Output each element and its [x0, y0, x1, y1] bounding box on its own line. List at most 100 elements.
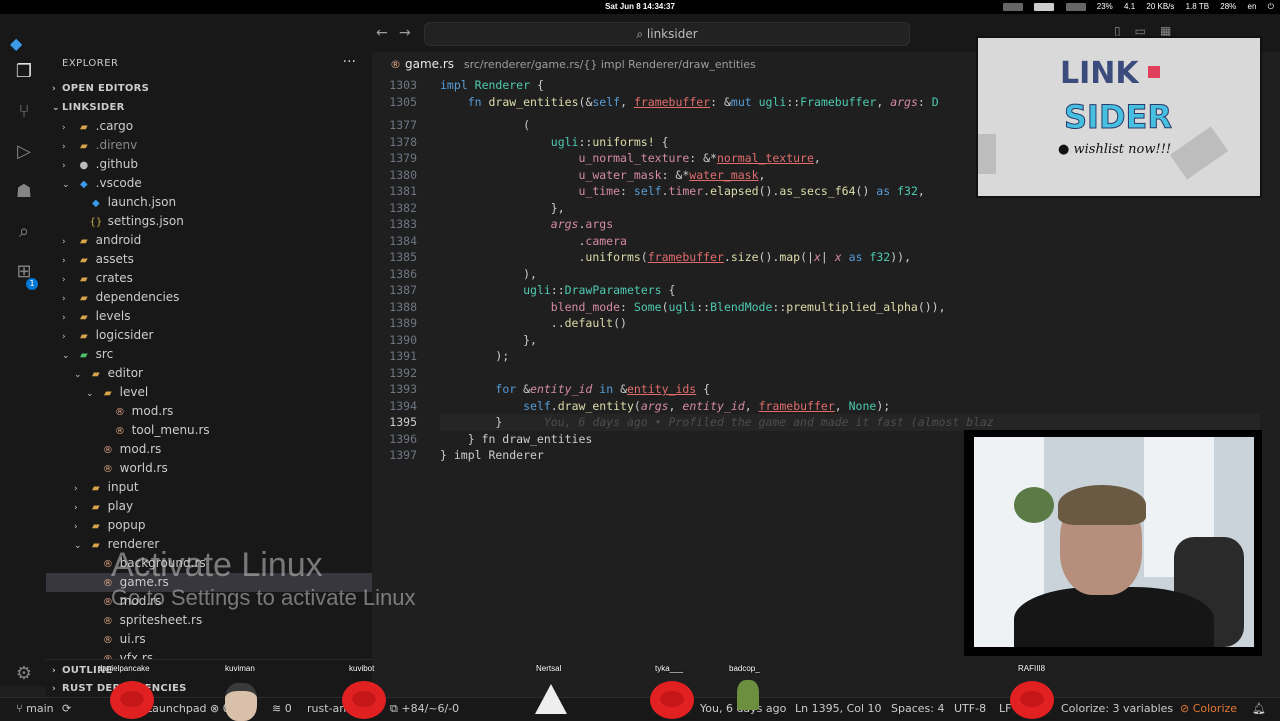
tray-language[interactable]: en: [1248, 2, 1257, 11]
tree-file[interactable]: ® spritesheet.rs: [46, 611, 412, 630]
tree-folder[interactable]: › ▰ input: [46, 478, 400, 497]
tree-file[interactable]: ® ui.rs: [46, 630, 412, 649]
tree-folder[interactable]: › ▰ crates: [46, 269, 388, 288]
encoding-setting[interactable]: UTF-8: [954, 702, 986, 715]
notifications-bell-icon[interactable]: 🔔︎: [1252, 702, 1266, 715]
line-number: 1382: [389, 200, 417, 215]
code-line[interactable]: impl Renderer {: [440, 78, 544, 92]
line-number: 1389: [389, 316, 417, 330]
breadcrumb-function[interactable]: draw_entities: [682, 58, 756, 71]
search-view-icon[interactable]: ⌕: [12, 220, 36, 244]
colorize-button[interactable]: ⊘ Colorize: [1180, 702, 1237, 715]
editor-tab-game-rs[interactable]: ® game.rs src/renderer/game.rs/{} impl Re…: [390, 54, 756, 74]
tree-folder[interactable]: › ● .github: [46, 155, 388, 174]
tree-folder[interactable]: › ▰ .cargo: [46, 117, 388, 136]
folder-icon: ▰: [79, 274, 88, 285]
line-number: 1394: [389, 398, 417, 413]
code-line[interactable]: },: [440, 201, 565, 215]
rust-dependencies-section[interactable]: ›RUST DEPENDENCIES: [46, 679, 378, 698]
code-line[interactable]: } fn draw_entities: [440, 432, 593, 446]
code-line[interactable]: },: [440, 333, 537, 347]
more-actions-button[interactable]: ···: [343, 54, 356, 70]
plant: [1014, 487, 1054, 523]
code-line[interactable]: fn draw_entities(&self, framebuffer: &mu…: [440, 95, 939, 109]
code-line[interactable]: .camera: [440, 234, 626, 248]
code-line[interactable]: blend_mode: Some(ugli::BlendMode::premul…: [440, 300, 946, 314]
breadcrumb-path[interactable]: src/renderer/game.rs/: [464, 58, 583, 71]
tree-folder[interactable]: ⌄ ▰ editor: [46, 364, 400, 383]
tree-folder[interactable]: ⌄ ◆ .vscode: [46, 174, 388, 193]
project-section[interactable]: ⌄ LINKSIDER: [46, 98, 378, 117]
indentation-setting[interactable]: Spaces: 4: [891, 702, 944, 715]
tree-folder[interactable]: ⌄ ▰ src: [46, 345, 388, 364]
tree-file[interactable]: ◆ launch.json: [46, 193, 400, 212]
launchpad-label[interactable]: Launchpad: [146, 702, 207, 715]
code-line[interactable]: .uniforms(framebuffer.size().map(|x| x a…: [440, 250, 911, 264]
run-debug-icon[interactable]: ▷: [12, 140, 36, 164]
sync-button[interactable]: ⟳: [62, 702, 71, 715]
back-button[interactable]: ←: [376, 25, 388, 41]
git-changes-indicator[interactable]: ⧉ +84/~6/-0: [390, 702, 459, 716]
outline-section[interactable]: › OUTLINE: [46, 661, 378, 680]
rust-file-icon: ®: [102, 616, 113, 627]
tree-item-label: level: [119, 385, 149, 399]
ports-indicator[interactable]: ≋ 0: [272, 702, 292, 715]
power-icon[interactable]: ⏻: [1268, 2, 1274, 11]
code-line[interactable]: u_time: self.timer.elapsed().as_secs_f64…: [440, 184, 924, 198]
code-line[interactable]: (: [440, 118, 530, 132]
tree-file[interactable]: ® world.rs: [46, 459, 412, 478]
tree-folder[interactable]: › ▰ play: [46, 497, 400, 516]
extensions-robot-icon[interactable]: ☗: [12, 180, 36, 204]
open-editors-section[interactable]: › OPEN EDITORS: [46, 79, 378, 98]
tree-item-label: launch.json: [107, 195, 177, 209]
source-control-icon[interactable]: ⑂: [12, 100, 36, 124]
tree-file[interactable]: ® mod.rs: [46, 440, 412, 459]
code-line[interactable]: ugli::uniforms! {: [440, 135, 669, 149]
folder-icon: ▰: [79, 236, 88, 247]
line-number: 1303: [389, 78, 417, 92]
breadcrumb-impl[interactable]: {} impl Renderer/: [583, 58, 682, 71]
tray-indicator: [1003, 2, 1024, 11]
changes-label: +84/~6/-0: [401, 702, 460, 715]
tree-folder[interactable]: › ▰ levels: [46, 307, 388, 326]
code-line[interactable]: ),: [440, 267, 537, 281]
code-line[interactable]: for &entity_id in &entity_ids {: [440, 382, 710, 396]
tree-item-label: levels: [95, 309, 131, 323]
cursor-position[interactable]: Ln 1395, Col 10: [795, 702, 882, 715]
tree-folder[interactable]: › ▰ .direnv: [46, 136, 388, 155]
chevron-down-icon: ⌄: [52, 103, 60, 113]
diff-icon: ⧉: [390, 702, 402, 715]
code-line[interactable]: ..default(): [440, 316, 627, 330]
tree-item-label: .github: [95, 157, 138, 171]
code-line[interactable]: } impl Renderer: [440, 448, 544, 462]
code-line[interactable]: u_normal_texture: &*normal_texture,: [440, 151, 820, 165]
code-line[interactable]: args.args: [440, 217, 613, 231]
code-line[interactable]: } You, 6 days ago • Profiled the game an…: [440, 415, 994, 429]
colorize-variables-status[interactable]: Colorize: 3 variables: [1061, 702, 1173, 715]
settings-gear-icon[interactable]: ⚙: [12, 662, 36, 686]
tree-file[interactable]: ® mod.rs: [46, 402, 424, 421]
tree-file[interactable]: ® tool_menu.rs: [46, 421, 424, 440]
tree-folder[interactable]: › ▰ android: [46, 231, 388, 250]
vscode-icon: ◆: [91, 198, 100, 209]
tree-file[interactable]: {} settings.json: [46, 212, 400, 231]
code-line[interactable]: );: [440, 349, 509, 363]
chevron-right-icon: ›: [52, 84, 57, 94]
game-logo-overlay: LINK SIDER ● wishlist now!!!: [976, 36, 1262, 198]
code-line[interactable]: u_water_mask: &*water_mask,: [440, 168, 765, 182]
person-body: [1014, 587, 1214, 647]
tree-folder[interactable]: › ▰ dependencies: [46, 288, 388, 307]
explorer-icon[interactable]: ❐: [12, 60, 36, 84]
command-center-search[interactable]: ⌕ linksider: [424, 22, 910, 46]
colorize-icon: ⊘: [1180, 702, 1193, 715]
branch-indicator[interactable]: ⑂ main: [16, 702, 54, 715]
viewer-name: tyka___: [655, 664, 684, 673]
tree-folder[interactable]: › ▰ popup: [46, 516, 400, 535]
tree-folder[interactable]: › ▰ assets: [46, 250, 388, 269]
tree-folder[interactable]: › ▰ logicsider: [46, 326, 388, 345]
forward-button[interactable]: →: [399, 25, 411, 41]
code-line[interactable]: self.draw_entity(args, entity_id, frameb…: [440, 399, 890, 413]
code-line[interactable]: ugli::DrawParameters {: [440, 283, 675, 297]
tree-folder[interactable]: ⌄ ▰ level: [46, 383, 412, 402]
search-icon: ⌕: [636, 27, 644, 41]
